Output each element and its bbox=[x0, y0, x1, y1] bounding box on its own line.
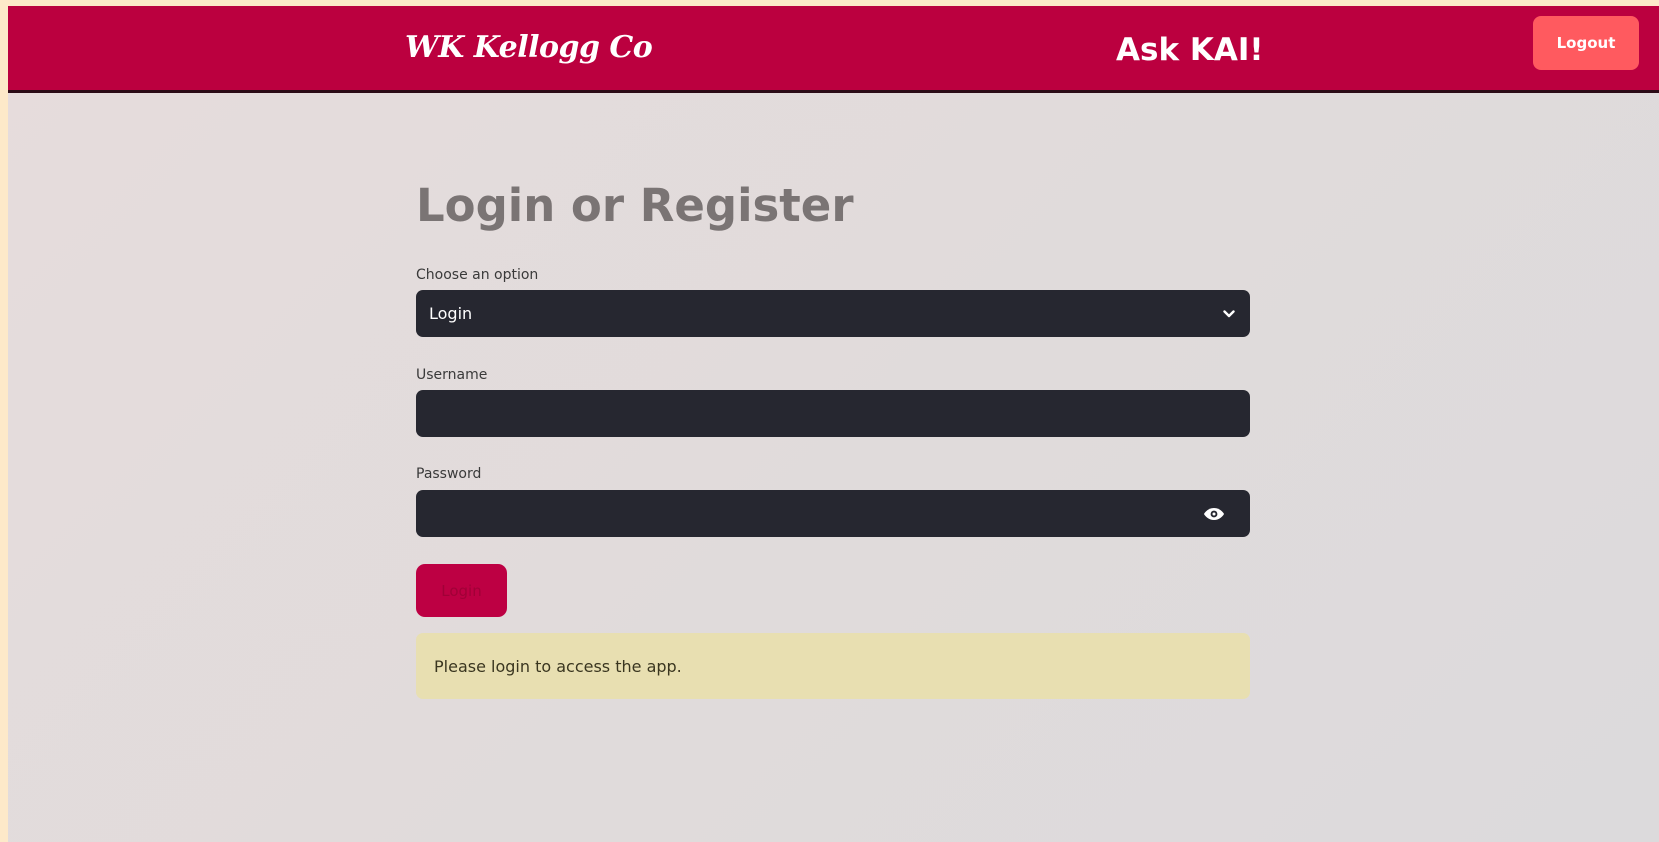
login-alert: Please login to access the app. bbox=[416, 633, 1250, 699]
option-label: Choose an option bbox=[416, 267, 539, 283]
top-bar: WK Kellogg Co Ask KAI! Logout bbox=[8, 6, 1659, 93]
alert-text: Please login to access the app. bbox=[434, 656, 682, 676]
app-title: Ask KAI! bbox=[1116, 32, 1264, 68]
username-field-wrapper bbox=[416, 390, 1250, 437]
option-select-value: Login bbox=[429, 304, 473, 323]
brand-logo: WK Kellogg Co bbox=[405, 30, 653, 65]
app-frame: WK Kellogg Co Ask KAI! Logout Login or R… bbox=[8, 6, 1659, 842]
password-label: Password bbox=[416, 466, 482, 482]
logout-button[interactable]: Logout bbox=[1533, 16, 1639, 70]
password-field[interactable] bbox=[416, 490, 1176, 537]
password-field-wrapper bbox=[416, 490, 1250, 537]
login-button[interactable]: Login bbox=[416, 564, 507, 617]
page-title: Login or Register bbox=[416, 179, 854, 232]
username-label: Username bbox=[416, 367, 488, 383]
option-select[interactable]: Login bbox=[416, 290, 1250, 337]
eye-icon[interactable] bbox=[1202, 503, 1226, 525]
username-field[interactable] bbox=[416, 390, 1250, 437]
chevron-down-icon bbox=[1222, 307, 1236, 321]
